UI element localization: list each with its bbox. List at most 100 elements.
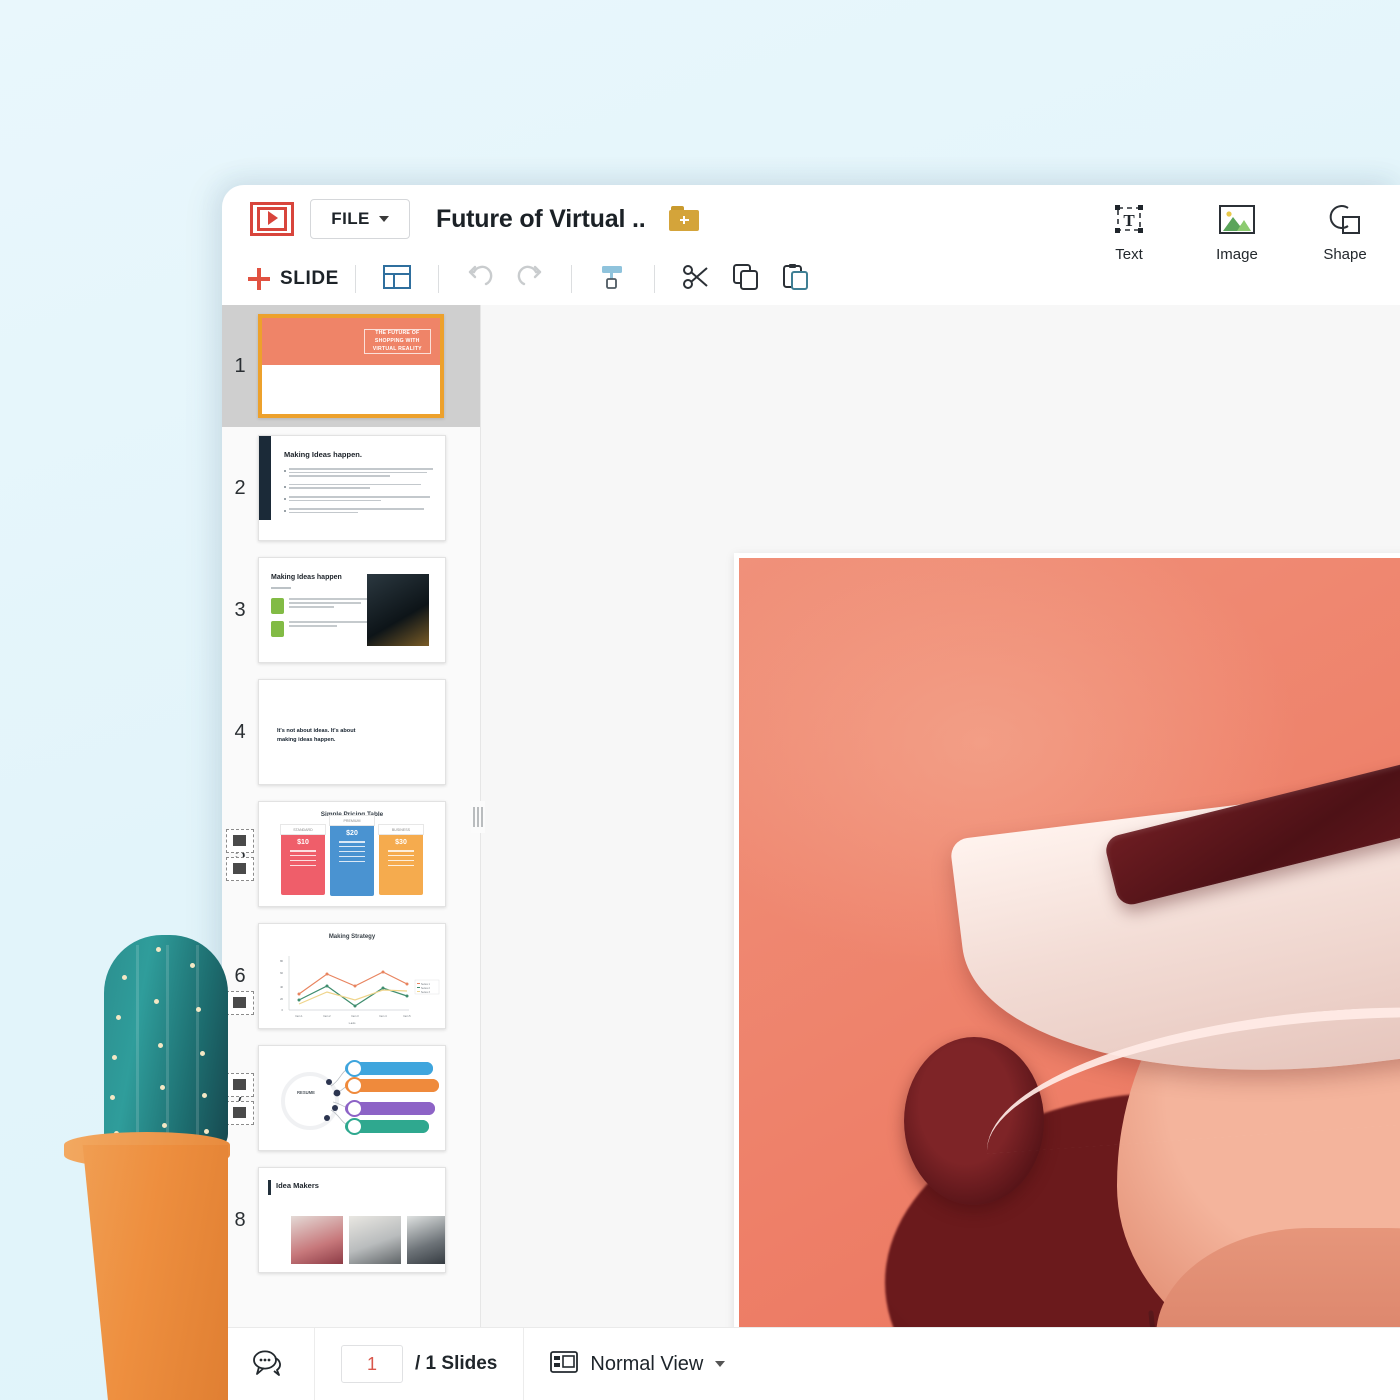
redo-button[interactable] <box>511 260 549 298</box>
copy-button[interactable] <box>727 260 765 298</box>
plan-name: BUSINESS <box>378 824 424 835</box>
chevron-down-icon <box>715 1361 725 1367</box>
pricing-card-business: BUSINESS $30 <box>379 824 423 895</box>
plus-icon <box>248 268 270 290</box>
file-menu-label: FILE <box>331 209 369 229</box>
slide-navigator[interactable]: / 1 Slides <box>315 1328 523 1400</box>
slide-1-titlebox: THE FUTURE OF SHOPPING WITH VIRTUAL REAL… <box>364 329 431 354</box>
svg-text:Item 4: Item 4 <box>379 1014 387 1018</box>
svg-text:0: 0 <box>282 1008 284 1012</box>
plan-price: $10 <box>297 839 309 846</box>
view-mode-label: Normal View <box>590 1353 703 1376</box>
transition-marker-icon <box>226 991 254 1015</box>
current-slide-input[interactable] <box>341 1345 403 1383</box>
slide-preview[interactable]: Simple Pricing Table STANDARD $10 PREMIU… <box>258 801 446 907</box>
layout-button[interactable] <box>378 260 416 298</box>
slide-count-label: / 1 Slides <box>415 1353 497 1375</box>
add-slide-label: SLIDE <box>280 268 339 290</box>
svg-text:Item 3: Item 3 <box>351 1014 359 1018</box>
file-menu-button[interactable]: FILE <box>310 199 410 239</box>
slide-thumbnail-3[interactable]: 3 Making Ideas happen <box>222 549 480 671</box>
slide-thumbnail-8[interactable]: 8 Idea Makers <box>222 1159 480 1281</box>
vr-phone-module <box>1102 716 1400 908</box>
svg-text:Item 5: Item 5 <box>403 1014 411 1018</box>
transition-marker-icon <box>226 857 254 881</box>
scissors-icon <box>682 264 710 295</box>
chevron-down-icon <box>379 216 389 222</box>
paste-button[interactable] <box>777 260 815 298</box>
slide-preview[interactable]: It's not about ideas. It's about making … <box>258 679 446 785</box>
status-bar: / 1 Slides Normal View <box>222 1327 1400 1400</box>
text-box-icon: T <box>1112 201 1146 239</box>
toolbar-divider-2 <box>438 265 439 293</box>
svg-text:x-axis: x-axis <box>349 1021 356 1025</box>
slide-7-markers <box>226 1073 254 1125</box>
comment-bubble-icon <box>251 1348 285 1381</box>
slide-thumbnail-1[interactable]: 1 THE FUTURE OF SHOPPING WITH VIRTUAL RE… <box>222 305 480 427</box>
format-painter-button[interactable] <box>594 260 632 298</box>
vr-person-figure <box>827 779 1400 1400</box>
slide-8-title: Idea Makers <box>276 1181 319 1190</box>
undo-arrow-icon <box>466 265 494 294</box>
add-to-folder-icon[interactable] <box>669 206 699 232</box>
svg-text:Series 2: Series 2 <box>421 987 430 990</box>
slide-thumbnail-5[interactable]: 5 Simple Pricing Table STANDARD $10 PREM… <box>222 793 480 915</box>
slide-preview[interactable]: Making Strategy 8060 4020 0 I <box>258 923 446 1029</box>
animation-marker-icon <box>226 1073 254 1097</box>
shape-icon <box>1328 201 1362 239</box>
slide-1-title: THE FUTURE OF SHOPPING WITH VIRTUAL REAL… <box>365 330 430 353</box>
slide-preview[interactable]: THE FUTURE OF SHOPPING WITH VIRTUAL REAL… <box>258 314 444 418</box>
slide-thumbnail-2[interactable]: 2 Making Ideas happen. <box>222 427 480 549</box>
slide-number: 2 <box>222 477 258 500</box>
image-icon <box>1219 201 1255 239</box>
paste-icon <box>782 263 810 296</box>
slide-preview[interactable]: Idea Makers <box>258 1167 446 1273</box>
cactus-pot <box>70 1145 228 1400</box>
svg-text:20: 20 <box>280 997 283 1001</box>
document-title: Future of Virtual .. <box>436 205 645 234</box>
slide-thumbnail-6[interactable]: 6 Making Strategy 8060 4020 <box>222 915 480 1037</box>
svg-text:Item 1: Item 1 <box>295 1014 303 1018</box>
active-slide[interactable] <box>734 553 1400 1400</box>
pricing-card-standard: STANDARD $10 <box>281 824 325 895</box>
pricing-card-premium: PREMIUM $20 <box>330 815 374 896</box>
slide-thumbnail-7[interactable]: 7 RESUME <box>222 1037 480 1159</box>
slide-4-plant <box>367 679 439 680</box>
toolbar-divider-4 <box>654 265 655 293</box>
comments-button[interactable] <box>222 1328 314 1400</box>
undo-button[interactable] <box>461 260 499 298</box>
slides-panel[interactable]: 1 THE FUTURE OF SHOPPING WITH VIRTUAL RE… <box>222 305 481 1328</box>
plan-name: STANDARD <box>280 824 326 835</box>
slide-background-photo <box>739 558 1400 1400</box>
slide-thumbnail-4[interactable]: 4 <box>222 671 480 793</box>
presentation-play-icon[interactable] <box>248 199 296 239</box>
slide-canvas[interactable] <box>481 305 1400 1328</box>
svg-text:Series 1: Series 1 <box>421 983 430 986</box>
slide-number: 3 <box>222 599 258 622</box>
slide-preview[interactable]: RESUME <box>258 1045 446 1151</box>
edit-toolbar: SLIDE <box>222 253 1400 305</box>
transition-marker-icon <box>226 1101 254 1125</box>
normal-view-icon <box>550 1351 578 1378</box>
svg-text:80: 80 <box>280 959 283 963</box>
cactus-decoration <box>58 930 228 1400</box>
slide-4-quote: It's not about ideas. It's about making … <box>273 724 377 747</box>
slide-number: 1 <box>222 355 258 378</box>
svg-text:60: 60 <box>280 971 283 975</box>
svg-text:Series 3: Series 3 <box>421 991 430 994</box>
cut-button[interactable] <box>677 260 715 298</box>
slide-preview[interactable]: Making Ideas happen. <box>258 435 446 541</box>
svg-text:T: T <box>1123 211 1135 230</box>
add-slide-button[interactable]: SLIDE <box>248 268 339 290</box>
plan-name: PREMIUM <box>329 815 375 826</box>
view-mode-selector[interactable]: Normal View <box>524 1328 751 1400</box>
slide-preview[interactable]: Making Ideas happen <box>258 557 446 663</box>
paint-roller-icon <box>600 263 626 296</box>
toolbar-divider-3 <box>571 265 572 293</box>
svg-text:40: 40 <box>280 985 283 989</box>
slide-6-markers <box>226 991 254 1015</box>
plan-price: $20 <box>346 830 358 837</box>
slide-6-chart: 8060 4020 0 Item 1Item 2 Item 3Item 4 It… <box>259 950 445 1026</box>
slide-number: 4 <box>222 721 258 744</box>
panel-resize-handle[interactable] <box>471 801 485 833</box>
